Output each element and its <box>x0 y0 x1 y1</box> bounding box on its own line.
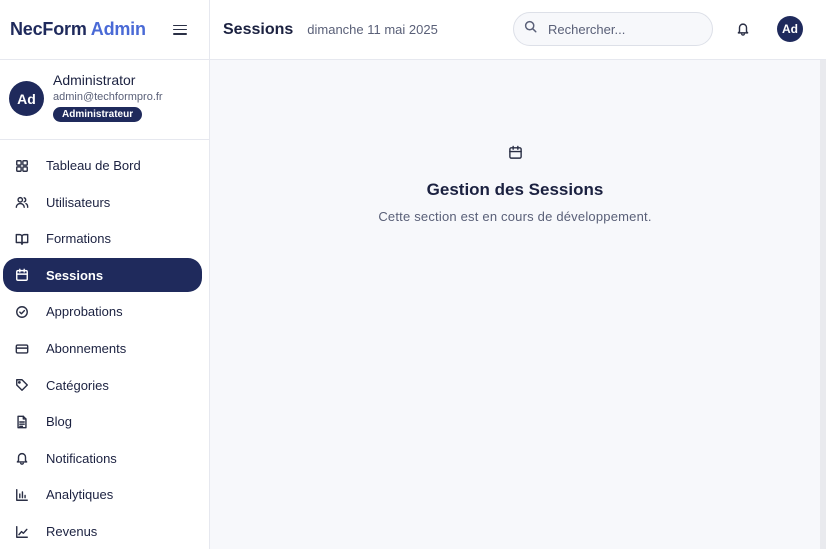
sidebar-item-label: Revenus <box>46 524 98 540</box>
bar-chart-icon <box>15 488 29 502</box>
sidebar-item-label: Utilisateurs <box>46 194 111 210</box>
sidebar-item-label: Tableau de Bord <box>46 158 141 174</box>
sidebar-item-abonnements[interactable]: Abonnements <box>3 332 202 366</box>
notifications-bell-icon[interactable] <box>736 21 750 36</box>
sidebar-item-label: Catégories <box>46 377 109 393</box>
role-badge: Administrateur <box>53 107 143 122</box>
line-chart-icon <box>15 525 29 539</box>
sidebar: NecForm Admin Ad Administrator admin@tec… <box>0 0 210 549</box>
top-header: Sessions dimanche 11 mai 2025 Ad <box>210 0 826 60</box>
header-avatar[interactable]: Ad <box>777 16 803 42</box>
sidebar-item-formations[interactable]: Formations <box>3 222 202 256</box>
avatar[interactable]: Ad <box>9 81 44 116</box>
credit-card-icon <box>15 342 29 356</box>
sidebar-item-label: Sessions <box>46 267 104 283</box>
check-circle-icon <box>15 305 29 319</box>
search-icon <box>524 20 537 38</box>
sidebar-item-blog[interactable]: Blog <box>3 405 202 439</box>
page-date: dimanche 11 mai 2025 <box>307 22 438 37</box>
sidebar-nav: Tableau de Bord Utilisateurs Formations … <box>0 140 209 549</box>
sidebar-item-analytiques[interactable]: Analytiques <box>3 478 202 512</box>
sidebar-item-label: Analytiques <box>46 487 114 503</box>
brand-name: NecForm <box>10 19 87 39</box>
sidebar-item-label: Formations <box>46 231 112 247</box>
bell-icon <box>15 451 29 466</box>
brand-logo[interactable]: NecForm Admin <box>10 19 146 40</box>
user-profile: Ad Administrator admin@techformpro.fr Ad… <box>0 60 209 140</box>
scrollbar-track[interactable] <box>820 60 826 549</box>
brand-accent: Admin <box>90 19 146 39</box>
sidebar-item-categories[interactable]: Catégories <box>3 368 202 402</box>
page-title: Sessions <box>223 20 294 38</box>
brand-row: NecForm Admin <box>0 0 209 60</box>
empty-state-title: Gestion des Sessions <box>426 180 604 199</box>
search-box[interactable] <box>513 12 713 46</box>
sidebar-item-utilisateurs[interactable]: Utilisateurs <box>3 185 202 219</box>
sidebar-item-approbations[interactable]: Approbations <box>3 295 202 329</box>
sidebar-item-label: Abonnements <box>46 341 127 357</box>
sidebar-item-label: Approbations <box>46 304 123 320</box>
hamburger-menu-icon[interactable] <box>173 24 187 35</box>
calendar-icon <box>508 145 523 165</box>
tag-icon <box>15 378 29 392</box>
sidebar-item-label: Notifications <box>46 450 117 466</box>
sidebar-item-tableau-de-bord[interactable]: Tableau de Bord <box>3 149 202 183</box>
sidebar-item-revenus[interactable]: Revenus <box>3 515 202 549</box>
dashboard-grid-icon <box>15 159 29 173</box>
main-content: Gestion des Sessions Cette section est e… <box>210 60 820 549</box>
user-email: admin@techformpro.fr <box>53 91 163 103</box>
user-info: Administrator admin@techformpro.fr Admin… <box>53 72 163 122</box>
user-name: Administrator <box>53 72 136 88</box>
users-icon <box>15 195 29 209</box>
sidebar-item-notifications[interactable]: Notifications <box>3 441 202 475</box>
file-text-icon <box>15 415 29 429</box>
empty-state-subtitle: Cette section est en cours de développem… <box>378 209 652 224</box>
empty-state: Gestion des Sessions Cette section est e… <box>210 145 820 224</box>
search-input[interactable] <box>548 21 698 37</box>
sidebar-item-label: Blog <box>46 414 73 430</box>
sidebar-item-sessions[interactable]: Sessions <box>3 258 202 293</box>
book-open-icon <box>15 232 29 246</box>
calendar-icon <box>15 268 29 282</box>
